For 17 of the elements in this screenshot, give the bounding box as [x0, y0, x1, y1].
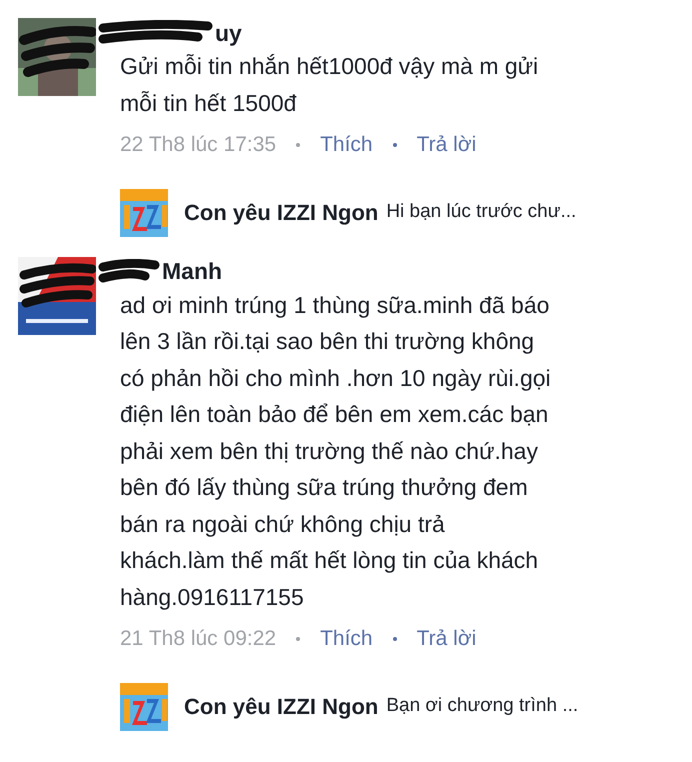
like-link[interactable]: Thích [320, 623, 373, 654]
reply-link[interactable]: Trả lời [416, 129, 476, 160]
timestamp: 22 Th8 lúc 17:35 [120, 132, 276, 158]
logo-icon [120, 188, 168, 236]
scribble-drawing [98, 258, 160, 284]
comment-text: ad ơi minh trúng 1 thùng sữa.minh đã báo lên 3 lần rồi.tại sao bên thi trường không có phản hồi cho mình .hơn 10 ngày rùi.gọi điện lên toàn bảo để bên em xem.các bạn phải xem bên thị trường thế nào chứ.hay bên đó lấy thùng sữa trúng thưởng đem bán ra ngoài chứ không chịu trả khách.làm thế mất hết lòng tin của khách hàng.0916117155 [120, 290, 552, 612]
reply-author[interactable]: Con yêu IZZI Ngon [184, 196, 378, 229]
timestamp: 21 Th8 lúc 09:22 [120, 626, 276, 652]
like-link[interactable]: Thích [320, 129, 373, 160]
author-name[interactable]: uy [215, 16, 242, 50]
logo-icon [120, 682, 168, 730]
reply-preview-text[interactable]: Hi bạn lúc trước chư... [386, 198, 576, 227]
reply-preview-text[interactable]: Bạn ơi chương trình ... [386, 692, 578, 721]
reply-link[interactable]: Trả lời [416, 623, 476, 654]
reply-author[interactable]: Con yêu IZZI Ngon [184, 690, 378, 723]
author-name[interactable]: Manh [162, 254, 222, 289]
comment-text: Gửi mỗi tin nhắn hết1000đ vậy mà m gửi mỗi tin hết 1500đ [120, 52, 540, 118]
